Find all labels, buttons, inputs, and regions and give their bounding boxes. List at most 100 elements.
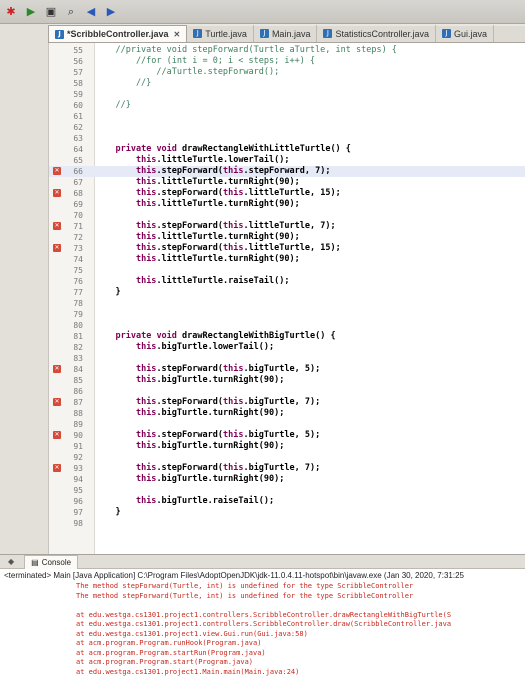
back-icon[interactable]: ◀ bbox=[84, 5, 98, 19]
line-number: 97 bbox=[73, 508, 83, 517]
line-number: 58 bbox=[73, 79, 83, 88]
java-file-icon: J bbox=[193, 29, 203, 38]
editor-tab[interactable]: J Turtle.java bbox=[187, 25, 254, 42]
forward-icon[interactable]: ▶ bbox=[104, 5, 118, 19]
java-file-icon: J bbox=[259, 29, 269, 38]
tab-console[interactable]: ▤ Console bbox=[24, 554, 79, 569]
code-line[interactable]: 64 private void drawRectangleWithLittleT… bbox=[49, 144, 525, 155]
java-file-icon: J bbox=[442, 29, 452, 38]
line-number: 89 bbox=[73, 420, 83, 429]
line-number: 87 bbox=[73, 398, 83, 407]
line-number: 80 bbox=[73, 321, 83, 330]
line-number: 64 bbox=[73, 145, 83, 154]
code-text: //aTurtle.stepForward(); bbox=[95, 67, 280, 77]
stack-trace-line[interactable]: at edu.westga.cs1301.project1.view.Gui.r… bbox=[76, 630, 525, 640]
stack-trace-line[interactable]: at acm.program.Program.start(Program.jav… bbox=[76, 658, 525, 668]
stack-trace-line[interactable]: at edu.westga.cs1301.project1.Main.main(… bbox=[76, 668, 525, 678]
console-output[interactable]: The method stepForward(Turtle, int) is u… bbox=[0, 582, 525, 677]
debug-icon[interactable]: ✱ bbox=[4, 5, 18, 19]
stack-trace-line[interactable]: at acm.program.Program.runHook(Program.j… bbox=[76, 639, 525, 649]
code-text: //} bbox=[95, 78, 152, 88]
run-icon[interactable]: ▶ bbox=[24, 5, 38, 19]
console-error-line: The method stepForward(Turtle, int) is u… bbox=[76, 591, 414, 600]
code-text: this.bigTurtle.turnRight(90); bbox=[135, 408, 285, 418]
code-line[interactable]: 80 bbox=[49, 320, 525, 331]
code-line[interactable]: 86 bbox=[49, 386, 525, 397]
code-line[interactable]: 91 this.bigTurtle.turnRight(90); bbox=[49, 441, 525, 452]
code-line[interactable]: 82 this.bigTurtle.lowerTail(); bbox=[49, 342, 525, 353]
code-line[interactable]: ✕ 90 this.stepForward(this.bigTurtle, 5); bbox=[49, 430, 525, 441]
line-number: 69 bbox=[73, 200, 83, 209]
stack-trace-line[interactable]: at edu.westga.cs1301.project1.controller… bbox=[76, 611, 525, 621]
code-line[interactable]: 72 this.littleTurtle.turnRight(90); bbox=[49, 232, 525, 243]
editor-tab[interactable]: J StatisticsController.java bbox=[317, 25, 437, 42]
code-line[interactable]: 67 this.littleTurtle.turnRight(90); bbox=[49, 177, 525, 188]
code-line[interactable]: 74 this.littleTurtle.turnRight(90); bbox=[49, 254, 525, 265]
code-line[interactable]: 83 bbox=[49, 353, 525, 364]
editor-tab[interactable]: J *ScribbleController.java ✕ bbox=[48, 25, 188, 42]
code-line[interactable]: 69 this.littleTurtle.turnRight(90); bbox=[49, 199, 525, 210]
editor-tab-label: *ScribbleController.java bbox=[67, 29, 169, 39]
code-line[interactable]: 95 bbox=[49, 485, 525, 496]
code-line[interactable]: 78 bbox=[49, 298, 525, 309]
code-line[interactable]: 63 bbox=[49, 133, 525, 144]
code-text: this.littleTurtle.turnRight(90); bbox=[135, 232, 300, 242]
search-icon[interactable]: ⌕ bbox=[64, 5, 78, 19]
code-line[interactable]: 81 private void drawRectangleWithBigTurt… bbox=[49, 331, 525, 342]
code-line[interactable]: 88 this.bigTurtle.turnRight(90); bbox=[49, 408, 525, 419]
code-line[interactable]: 76 this.littleTurtle.raiseTail(); bbox=[49, 276, 525, 287]
code-line[interactable]: 96 this.bigTurtle.raiseTail(); bbox=[49, 496, 525, 507]
code-line[interactable]: 56 //for (int i = 0; i < steps; i++) { bbox=[49, 56, 525, 67]
code-line[interactable]: 59 bbox=[49, 89, 525, 100]
editor-tab[interactable]: J Gui.java bbox=[436, 25, 495, 42]
line-number: 85 bbox=[73, 376, 83, 385]
close-icon[interactable]: ✕ bbox=[174, 30, 181, 39]
line-number: 84 bbox=[73, 365, 83, 374]
line-number: 76 bbox=[73, 277, 83, 286]
code-text: //} bbox=[95, 100, 131, 110]
editor-tab[interactable]: J Main.java bbox=[254, 25, 318, 42]
code-text: } bbox=[95, 287, 121, 297]
save-icon[interactable]: ▣ bbox=[44, 5, 58, 19]
code-line[interactable]: ✕ 73 this.stepForward(this.littleTurtle, … bbox=[49, 243, 525, 254]
editor-tab-label: Main.java bbox=[271, 28, 311, 39]
code-line[interactable]: ✕ 66 this.stepForward(this.stepForward, 7… bbox=[49, 166, 525, 177]
code-line[interactable]: ✕ 87 this.stepForward(this.bigTurtle, 7); bbox=[49, 397, 525, 408]
code-editor[interactable]: 55 //private void stepForward(Turtle aTu… bbox=[48, 43, 525, 554]
line-number: 61 bbox=[73, 112, 83, 121]
code-text: this.bigTurtle.turnRight(90); bbox=[135, 474, 285, 484]
code-line[interactable]: 92 bbox=[49, 452, 525, 463]
code-line[interactable]: ✕ 68 this.stepForward(this.littleTurtle, … bbox=[49, 188, 525, 199]
code-line[interactable]: 60 //} bbox=[49, 100, 525, 111]
code-line[interactable]: 97 } bbox=[49, 507, 525, 518]
code-line[interactable]: 65 this.littleTurtle.lowerTail(); bbox=[49, 155, 525, 166]
code-line[interactable]: 75 bbox=[49, 265, 525, 276]
console-header: <terminated> Main [Java Application] C:\… bbox=[4, 571, 464, 580]
code-line[interactable]: ✕ 71 this.stepForward(this.littleTurtle, … bbox=[49, 221, 525, 232]
code-line[interactable]: 62 bbox=[49, 122, 525, 133]
stack-trace-line[interactable]: at edu.westga.cs1301.project1.controller… bbox=[76, 620, 525, 630]
problems-tab[interactable]: ◆ bbox=[8, 557, 14, 566]
code-line[interactable]: 98 bbox=[49, 518, 525, 529]
code-line[interactable]: 89 bbox=[49, 419, 525, 430]
code-line[interactable]: 77 } bbox=[49, 287, 525, 298]
code-line[interactable]: ✕ 84 this.stepForward(this.bigTurtle, 5); bbox=[49, 364, 525, 375]
stack-trace-line[interactable]: at acm.program.Program.startRun(Program.… bbox=[76, 649, 525, 659]
line-number: 59 bbox=[73, 90, 83, 99]
line-number: 95 bbox=[73, 486, 83, 495]
code-text: //for (int i = 0; i < steps; i++) { bbox=[95, 56, 316, 66]
line-number: 94 bbox=[73, 475, 83, 484]
code-line[interactable]: 55 //private void stepForward(Turtle aTu… bbox=[49, 45, 525, 56]
code-line[interactable]: 85 this.bigTurtle.turnRight(90); bbox=[49, 375, 525, 386]
code-line[interactable]: 94 this.bigTurtle.turnRight(90); bbox=[49, 474, 525, 485]
code-text: this.littleTurtle.lowerTail(); bbox=[135, 155, 290, 165]
code-line[interactable]: 61 bbox=[49, 111, 525, 122]
line-number: 56 bbox=[73, 57, 83, 66]
line-number: 55 bbox=[73, 46, 83, 55]
code-line[interactable]: 58 //} bbox=[49, 78, 525, 89]
console-icon: ▤ bbox=[31, 557, 39, 567]
code-line[interactable]: ✕ 93 this.stepForward(this.bigTurtle, 7); bbox=[49, 463, 525, 474]
code-line[interactable]: 70 bbox=[49, 210, 525, 221]
code-line[interactable]: 79 bbox=[49, 309, 525, 320]
code-line[interactable]: 57 //aTurtle.stepForward(); bbox=[49, 67, 525, 78]
